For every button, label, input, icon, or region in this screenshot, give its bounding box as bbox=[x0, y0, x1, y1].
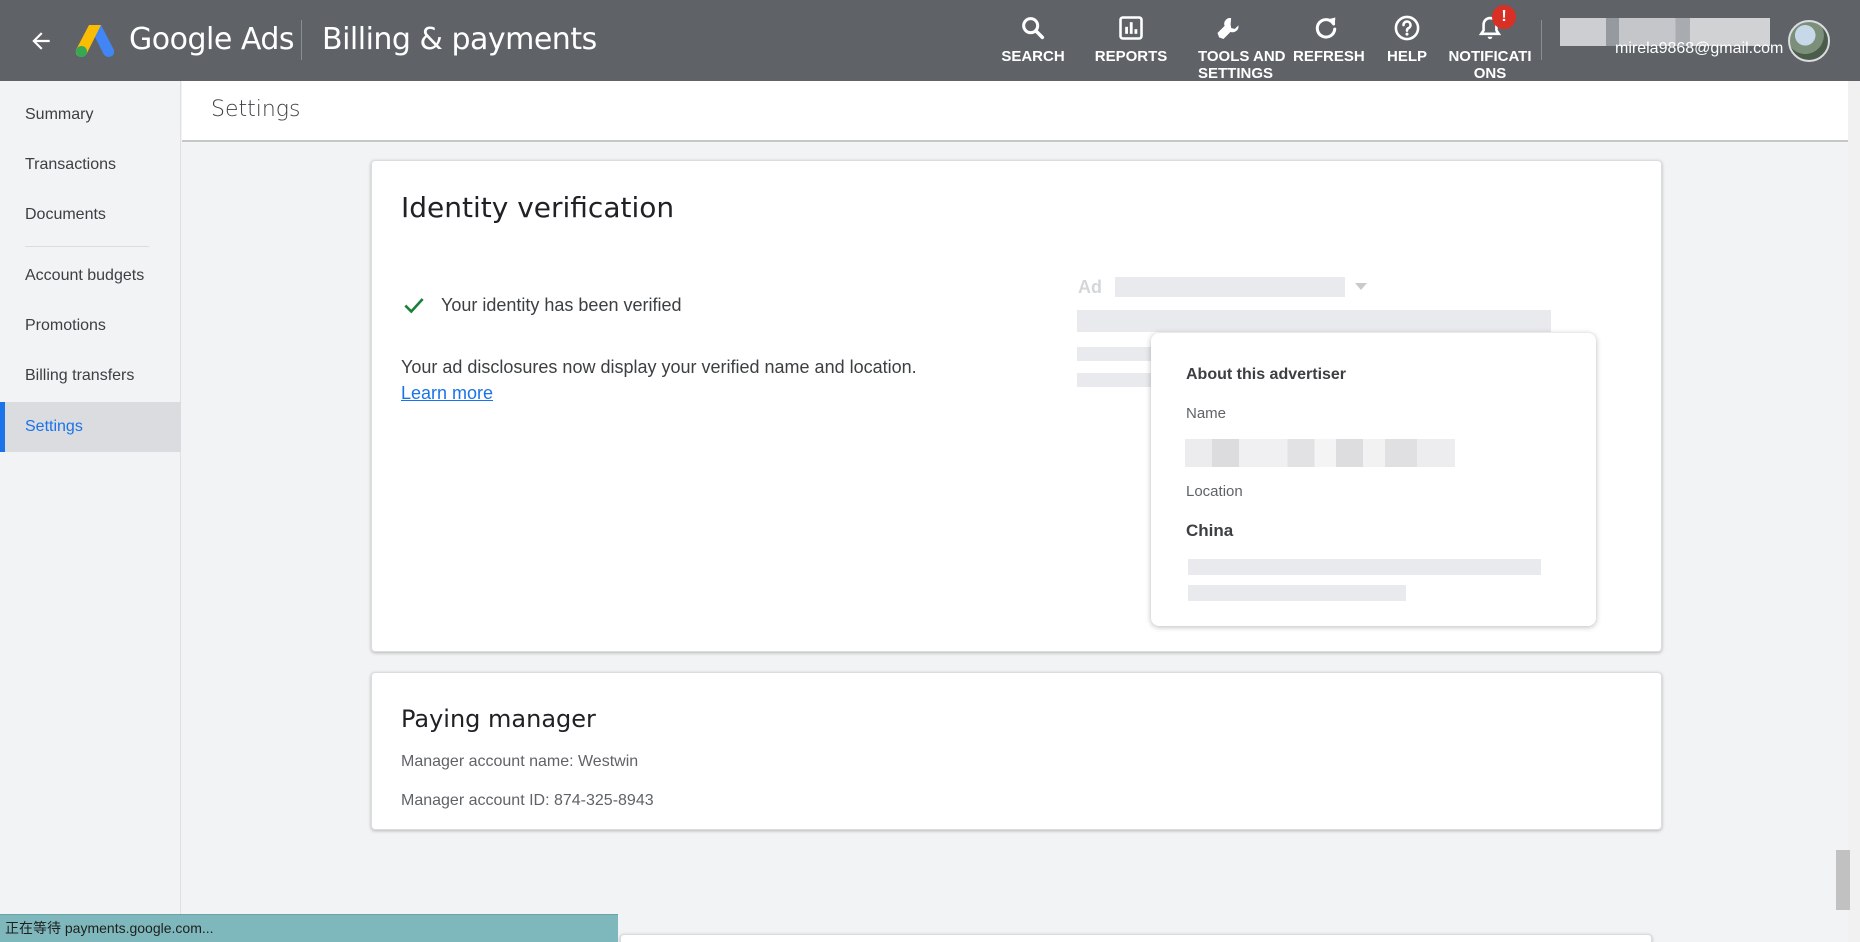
sidebar-item-promotions[interactable]: Promotions bbox=[0, 301, 181, 351]
page-header: Settings bbox=[182, 81, 1849, 142]
identity-description: Your ad disclosures now display your ver… bbox=[401, 357, 917, 377]
notifications-button[interactable]: NOTIFICATIONS bbox=[1447, 14, 1533, 82]
ad-preview-line-placeholder bbox=[1077, 373, 1157, 387]
popup-line-placeholder bbox=[1188, 559, 1541, 575]
sidebar-item-settings[interactable]: Settings bbox=[0, 402, 181, 452]
ad-preview-headline-placeholder bbox=[1077, 310, 1551, 332]
location-label: Location bbox=[1186, 483, 1243, 500]
reports-label: REPORTS bbox=[1094, 48, 1168, 65]
next-card-partial bbox=[620, 934, 1652, 942]
sidebar-item-summary[interactable]: Summary bbox=[0, 90, 181, 140]
reports-icon bbox=[1119, 16, 1143, 40]
top-app-bar: Google Ads Billing & payments SEARCH REP… bbox=[0, 0, 1860, 82]
header-divider bbox=[301, 20, 302, 60]
sidebar-nav: Summary Transactions Documents Account b… bbox=[0, 81, 181, 942]
sidebar-item-transactions[interactable]: Transactions bbox=[0, 140, 181, 190]
identity-verification-title: Identity verification bbox=[401, 191, 675, 224]
help-button[interactable]: HELP bbox=[1384, 14, 1430, 78]
browser-status-bar: 正在等待 payments.google.com... bbox=[0, 914, 618, 942]
paying-manager-title: Paying manager bbox=[401, 705, 596, 733]
manager-account-id: Manager account ID: 874-325-8943 bbox=[401, 792, 654, 809]
reports-button[interactable]: REPORTS bbox=[1093, 14, 1169, 78]
name-label: Name bbox=[1186, 405, 1227, 422]
notification-badge: ! bbox=[1492, 5, 1516, 29]
google-ads-logo-icon[interactable] bbox=[74, 22, 116, 58]
about-advertiser-popup: About this advertiser Name Location Chin… bbox=[1151, 333, 1596, 626]
scrollbar-thumb[interactable] bbox=[1836, 850, 1850, 910]
page-scrollbar[interactable] bbox=[1848, 81, 1860, 942]
sidebar-item-account-budgets[interactable]: Account budgets bbox=[0, 251, 181, 301]
search-button[interactable]: SEARCH bbox=[1000, 14, 1066, 78]
tools-and-settings-label: TOOLS AND SETTINGS bbox=[1198, 48, 1286, 82]
ad-preview-placeholder bbox=[1115, 277, 1345, 297]
wrench-icon bbox=[1217, 17, 1239, 39]
avatar[interactable] bbox=[1788, 20, 1830, 62]
ad-preview-line-placeholder bbox=[1077, 347, 1157, 361]
account-email[interactable]: mirela9868@gmail.com bbox=[1615, 40, 1783, 58]
help-icon bbox=[1394, 15, 1420, 41]
ad-preview-label: Ad bbox=[1078, 277, 1102, 297]
caret-down-icon bbox=[1355, 283, 1367, 290]
about-advertiser-title: About this advertiser bbox=[1186, 366, 1347, 383]
check-icon bbox=[404, 298, 424, 314]
search-label: SEARCH bbox=[1001, 48, 1065, 65]
search-icon bbox=[1022, 17, 1045, 40]
manager-account-name: Manager account name: Westwin bbox=[401, 753, 639, 770]
refresh-button[interactable]: REFRESH bbox=[1293, 14, 1365, 78]
brand-name[interactable]: Google Ads bbox=[129, 22, 295, 57]
paying-manager-card: Paying manager Manager account name: Wes… bbox=[371, 672, 1662, 830]
page-title: Settings bbox=[211, 97, 301, 122]
advertiser-name-blurred bbox=[1185, 439, 1455, 467]
sidebar-divider bbox=[25, 246, 149, 247]
back-button[interactable] bbox=[24, 24, 58, 58]
tools-and-settings-button[interactable]: TOOLS AND SETTINGS bbox=[1198, 14, 1288, 82]
notifications-label: NOTIFICATIONS bbox=[1448, 48, 1532, 82]
refresh-label: REFRESH bbox=[1293, 48, 1365, 65]
arrow-back-icon bbox=[32, 32, 50, 50]
learn-more-link[interactable]: Learn more bbox=[401, 383, 493, 404]
refresh-icon bbox=[1315, 17, 1337, 39]
help-label: HELP bbox=[1386, 48, 1427, 65]
section-title: Billing & payments bbox=[322, 22, 597, 57]
identity-verification-card: Identity verification Your identity has … bbox=[371, 160, 1662, 652]
sidebar-item-billing-transfers[interactable]: Billing transfers bbox=[0, 351, 181, 401]
verified-status: Your identity has been verified bbox=[401, 292, 682, 318]
sidebar-item-documents[interactable]: Documents bbox=[0, 190, 181, 240]
location-value: China bbox=[1186, 521, 1234, 540]
header-divider-right bbox=[1541, 20, 1542, 60]
popup-line-placeholder bbox=[1188, 585, 1406, 601]
verified-status-text: Your identity has been verified bbox=[441, 294, 682, 315]
